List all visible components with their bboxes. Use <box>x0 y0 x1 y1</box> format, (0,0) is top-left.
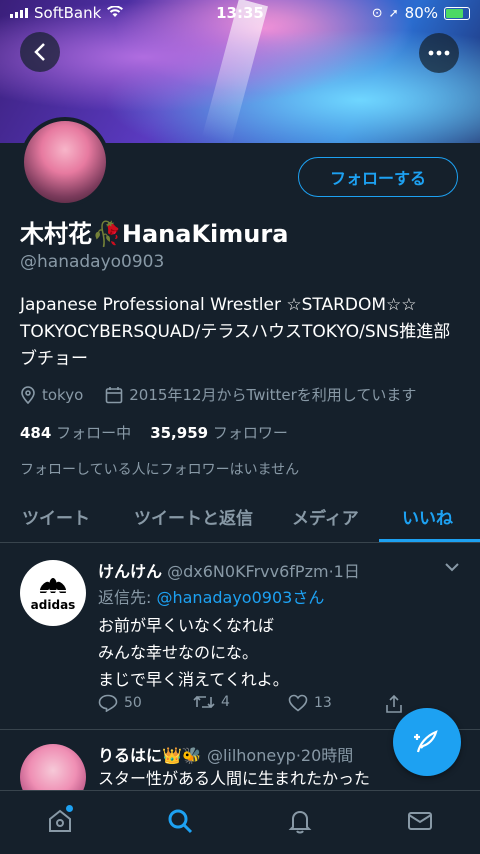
battery-percent: 80% <box>404 4 438 22</box>
compose-tweet-button[interactable] <box>393 708 461 776</box>
tweet-avatar[interactable]: adidas <box>20 560 86 626</box>
profile-tabs: ツイート ツイートと返信 メディア いいね <box>0 490 480 543</box>
compose-feather-icon <box>414 730 438 753</box>
tweet-time: ·1日 <box>328 562 360 581</box>
nav-home[interactable] <box>44 805 76 837</box>
profile-bio: Japanese Professional Wrestler ☆STARDOM☆… <box>20 295 451 369</box>
calendar-icon <box>105 386 123 403</box>
tab-likes[interactable]: いいね <box>402 504 453 529</box>
follow-button[interactable]: フォローする <box>298 157 458 197</box>
heart-icon <box>288 694 308 712</box>
tab-tweets-replies[interactable]: ツイートと返信 <box>134 504 253 529</box>
status-bar: SoftBank 13:35 ⊙ ➚ 80% <box>0 0 480 26</box>
orientation-lock-icon: ⊙ <box>371 5 383 21</box>
chevron-down-icon[interactable] <box>444 562 460 572</box>
back-button[interactable] <box>20 32 60 72</box>
following-label: フォロー中 <box>56 424 132 442</box>
more-options-button[interactable] <box>419 33 459 73</box>
like-count: 13 <box>314 695 332 711</box>
nav-notifications[interactable] <box>284 805 316 837</box>
profile-name: 木村花🥀HanaKimura <box>20 220 289 248</box>
location-pin-icon <box>21 385 35 404</box>
bell-icon <box>288 810 312 834</box>
like-button[interactable]: 13 <box>288 694 332 712</box>
more-icon <box>428 50 450 56</box>
tweet-text-line: まじで早く消えてくれよ。 <box>98 670 289 689</box>
retweet-count: 4 <box>221 694 230 710</box>
following-link[interactable]: 484 フォロー中 <box>20 424 131 442</box>
tab-media[interactable]: メディア <box>292 504 359 529</box>
tweet-text: お前が早くいなくなれば みんな幸せなのにな。 まじで早く消えてくれよ。 <box>98 612 289 693</box>
tweet-actions: 50 4 13 <box>98 694 428 716</box>
profile-handle: @hanadayo0903 <box>20 252 165 272</box>
active-tab-indicator <box>379 539 480 542</box>
share-icon <box>386 694 402 713</box>
followers-label: フォロワー <box>212 424 288 442</box>
tweet-text: スター性がある人間に生まれたかった <box>98 769 371 788</box>
new-content-dot <box>66 805 73 812</box>
tab-tweets[interactable]: ツイート <box>22 504 90 529</box>
tweet-author-handle[interactable]: @lilhoneyp <box>207 746 296 765</box>
adidas-wordmark: adidas <box>30 598 76 612</box>
tweet-time: ·20時間 <box>295 746 354 765</box>
battery-icon <box>444 6 470 20</box>
followers-count: 35,959 <box>150 424 209 442</box>
reply-button[interactable]: 50 <box>98 694 142 712</box>
adidas-trefoil-icon <box>37 578 69 595</box>
retweet-button[interactable]: 4 <box>193 694 230 710</box>
search-icon <box>168 809 193 834</box>
chevron-left-icon <box>34 43 45 61</box>
reply-icon <box>98 694 118 712</box>
profile-avatar[interactable] <box>20 117 110 207</box>
tweet-header: けんけん @dx6N0KFrvv6fPzm·1日 <box>98 558 360 582</box>
reply-to-link[interactable]: @hanadayo0903さん <box>156 588 324 607</box>
tweet-text-line: お前が早くいなくなれば <box>98 616 275 635</box>
location-icon: ➚ <box>388 6 399 20</box>
reply-prefix: 返信先: <box>98 588 157 607</box>
follow-counts: 484 フォロー中 35,959 フォロワー <box>20 422 288 443</box>
followers-link[interactable]: 35,959 フォロワー <box>150 424 288 442</box>
nav-messages[interactable] <box>404 805 436 837</box>
location-text: tokyo <box>42 385 84 404</box>
nav-search[interactable] <box>164 805 196 837</box>
tweet-text-line: みんな幸せなのにな。 <box>98 643 259 662</box>
bottom-nav <box>0 790 480 854</box>
mail-icon <box>408 812 432 830</box>
retweet-icon <box>193 695 215 709</box>
share-button[interactable] <box>384 694 404 714</box>
tweet-header: りるはに👑🐝 @lilhoneyp·20時間 <box>98 742 353 766</box>
following-count: 484 <box>20 424 52 442</box>
tweet-author-name[interactable]: けんけん <box>98 562 162 581</box>
reply-count: 50 <box>124 695 142 711</box>
no-mutual-followers-note: フォローしている人にフォロワーはいません <box>20 462 300 478</box>
tweet-author-name[interactable]: りるはに👑🐝 <box>98 746 202 765</box>
tweet-author-handle[interactable]: @dx6N0KFrvv6fPzm <box>167 562 328 581</box>
profile-meta: tokyo 2015年12月からTwitterを利用しています <box>20 384 416 405</box>
reply-to-line: 返信先: @hanadayo0903さん <box>98 584 324 608</box>
joined-text: 2015年12月からTwitterを利用しています <box>129 386 417 404</box>
